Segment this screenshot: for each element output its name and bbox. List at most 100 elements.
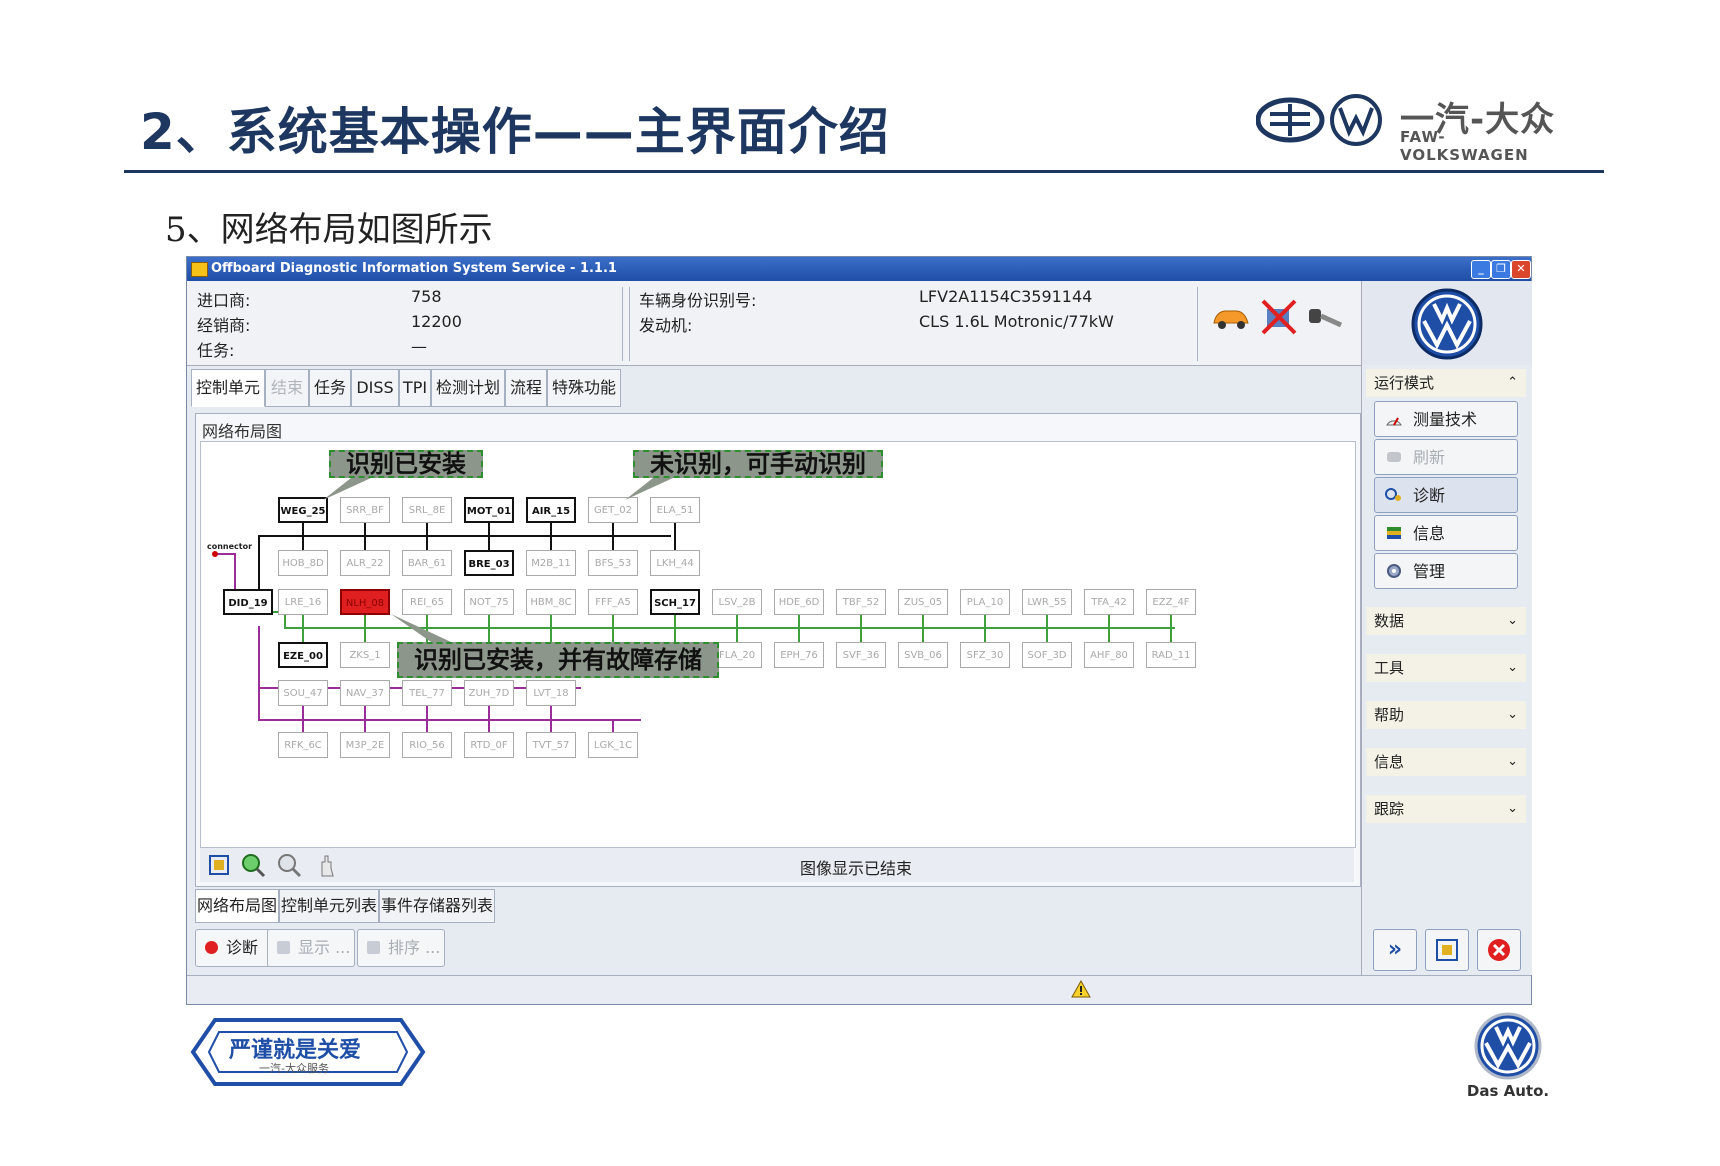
control-unit-node[interactable]: FLA_20: [712, 642, 762, 668]
diagnosis-button[interactable]: 诊断: [1374, 477, 1518, 513]
diagnose-button[interactable]: 诊断: [195, 929, 271, 967]
tab-diss[interactable]: DISS: [351, 369, 399, 407]
control-unit-node[interactable]: TFA_42: [1084, 589, 1134, 615]
tab-control-unit[interactable]: 控制单元: [191, 369, 265, 407]
forward-button[interactable]: »: [1373, 929, 1417, 971]
control-unit-node[interactable]: AIR_15: [526, 497, 576, 523]
sort-icon: [367, 941, 380, 954]
network-graph[interactable]: connector DID_19 WEG_25 SRR_BF SRL_8E MOT_01…: [200, 441, 1356, 848]
maximize-button[interactable]: ❐: [1491, 260, 1511, 279]
key-icon[interactable]: [1305, 303, 1345, 333]
control-unit-node[interactable]: FFF_A5: [588, 589, 638, 615]
section-trace[interactable]: 跟踪 ⌄: [1366, 795, 1526, 823]
control-unit-node[interactable]: BRE_03: [464, 550, 514, 576]
control-unit-node[interactable]: LKH_44: [650, 550, 700, 576]
control-unit-node[interactable]: LGK_1C: [588, 732, 638, 758]
control-unit-node[interactable]: SVB_06: [898, 642, 948, 668]
control-unit-node[interactable]: BAR_61: [402, 550, 452, 576]
display-button-label: 显示 ...: [298, 938, 351, 957]
control-unit-node[interactable]: LRE_16: [278, 589, 328, 615]
control-unit-node[interactable]: LWR_55: [1022, 589, 1072, 615]
tab-flow[interactable]: 流程: [505, 369, 547, 407]
control-unit-node[interactable]: HOB_8D: [278, 550, 328, 576]
section-info[interactable]: 信息 ⌄: [1366, 748, 1526, 776]
control-unit-node[interactable]: TBF_52: [836, 589, 886, 615]
control-unit-node[interactable]: RIO_56: [402, 732, 452, 758]
control-unit-node[interactable]: TVT_57: [526, 732, 576, 758]
pan-hand-icon[interactable]: [314, 852, 340, 878]
tab-finish[interactable]: 结束: [265, 369, 309, 407]
control-unit-node[interactable]: LSV_2B: [712, 589, 762, 615]
window-titlebar[interactable]: Offboard Diagnostic Information System S…: [187, 257, 1531, 281]
control-unit-node[interactable]: SCH_17: [650, 589, 700, 615]
control-unit-node[interactable]: DID_19: [223, 589, 273, 615]
measurement-button-label: 测量技术: [1413, 410, 1478, 429]
control-unit-node[interactable]: ELA_51: [650, 497, 700, 523]
control-unit-node[interactable]: EZZ_4F: [1146, 589, 1196, 615]
sort-button[interactable]: 排序 ...: [357, 929, 445, 967]
control-unit-node[interactable]: RTD_0F: [464, 732, 514, 758]
control-unit-node[interactable]: M2B_11: [526, 550, 576, 576]
control-unit-node[interactable]: SRL_8E: [402, 497, 452, 523]
control-unit-node[interactable]: BFS_53: [588, 550, 638, 576]
slide-subtitle: 5、网络布局如图所示: [165, 210, 493, 250]
control-unit-node[interactable]: HBM_8C: [526, 589, 576, 615]
control-unit-node[interactable]: PLA_10: [960, 589, 1010, 615]
control-unit-node[interactable]: GET_02: [588, 497, 638, 523]
control-unit-node[interactable]: NAV_37: [340, 680, 390, 706]
control-unit-node[interactable]: HDE_6D: [774, 589, 824, 615]
control-unit-node[interactable]: EPH_76: [774, 642, 824, 668]
control-unit-node[interactable]: NOT_75: [464, 589, 514, 615]
vehicle-icon[interactable]: [1211, 303, 1251, 333]
control-unit-node[interactable]: AHF_80: [1084, 642, 1134, 668]
control-unit-node[interactable]: MOT_01: [464, 497, 514, 523]
section-run-mode[interactable]: 运行模式 ⌃: [1366, 369, 1526, 397]
control-unit-node[interactable]: SOF_3D: [1022, 642, 1072, 668]
control-unit-node[interactable]: ALR_22: [340, 550, 390, 576]
fit-view-icon[interactable]: [206, 852, 232, 878]
section-data[interactable]: 数据 ⌄: [1366, 607, 1526, 635]
section-tools[interactable]: 工具 ⌄: [1366, 654, 1526, 682]
measurement-button[interactable]: 测量技术: [1374, 401, 1518, 437]
info-button[interactable]: 信息: [1374, 515, 1518, 551]
control-unit-node[interactable]: SFZ_30: [960, 642, 1010, 668]
no-connection-icon[interactable]: [1259, 297, 1299, 337]
display-button[interactable]: 显示 ...: [267, 929, 355, 967]
control-unit-node[interactable]: RFK_6C: [278, 732, 328, 758]
control-unit-node[interactable]: SRR_BF: [340, 497, 390, 523]
close-button[interactable]: ✕: [1511, 260, 1531, 279]
minimize-button[interactable]: _: [1471, 260, 1491, 279]
warning-icon[interactable]: [1071, 980, 1091, 998]
screenshot-button[interactable]: [1425, 929, 1469, 971]
control-unit-node[interactable]: EZE_00: [278, 642, 328, 668]
control-unit-node[interactable]: ZKS_1: [340, 642, 390, 668]
control-unit-node[interactable]: ZUS_05: [898, 589, 948, 615]
vw-logo-icon: [1411, 288, 1483, 360]
section-help[interactable]: 帮助 ⌄: [1366, 701, 1526, 729]
tab-test-plan[interactable]: 检测计划: [431, 369, 505, 407]
control-unit-node[interactable]: WEG_25: [278, 497, 328, 523]
tab-special-functions[interactable]: 特殊功能: [547, 369, 621, 407]
control-unit-node[interactable]: ZUH_7D: [464, 680, 514, 706]
control-unit-node[interactable]: SOU_47: [278, 680, 328, 706]
tab-control-unit-list[interactable]: 控制单元列表: [279, 889, 379, 923]
control-unit-node[interactable]: RAD_11: [1146, 642, 1196, 668]
control-unit-node[interactable]: TEL_77: [402, 680, 452, 706]
tab-event-memory-list[interactable]: 事件存储器列表: [379, 889, 495, 923]
zoom-out-icon[interactable]: [276, 852, 302, 878]
tab-tpi[interactable]: TPI: [399, 369, 431, 407]
refresh-button[interactable]: 刷新: [1374, 439, 1518, 475]
faw-vw-brand: 一汽-大众 FAW-VOLKSWAGEN: [1255, 90, 1556, 164]
admin-button[interactable]: 管理: [1374, 553, 1518, 589]
control-unit-node[interactable]: NLH_08: [340, 589, 390, 615]
control-unit-node[interactable]: REI_65: [402, 589, 452, 615]
tab-network-layout[interactable]: 网络布局图: [195, 889, 279, 923]
tab-task[interactable]: 任务: [309, 369, 351, 407]
vehicle-info-pane: 进口商: 758 经销商: 12200 任务: — 车辆身份识别号: LFV2A…: [187, 281, 1361, 366]
control-unit-node[interactable]: LVT_18: [526, 680, 576, 706]
control-unit-node[interactable]: SVF_36: [836, 642, 886, 668]
control-unit-node[interactable]: M3P_2E: [340, 732, 390, 758]
exit-button[interactable]: [1477, 929, 1521, 971]
zoom-in-icon[interactable]: [240, 852, 266, 878]
importer-label: 进口商:: [197, 291, 251, 310]
